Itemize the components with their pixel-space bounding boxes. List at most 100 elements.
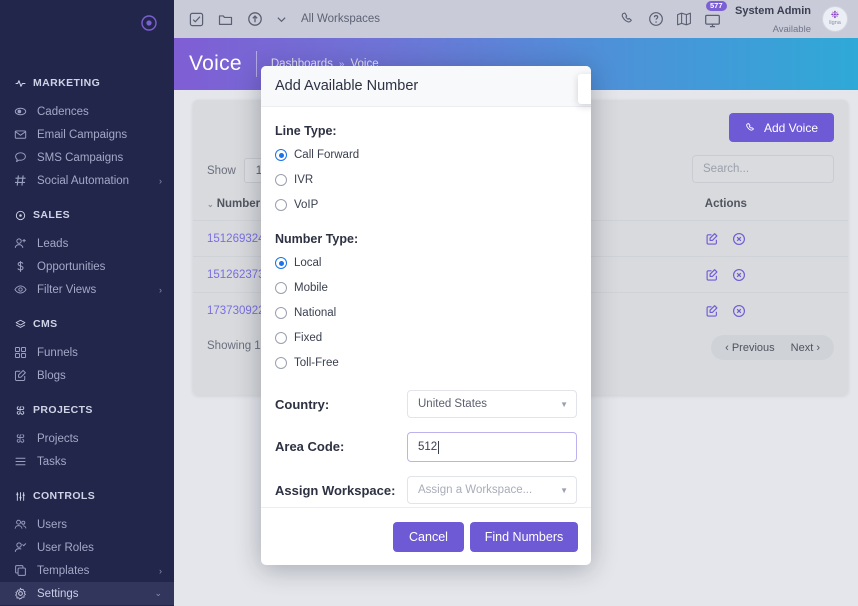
sidebar-item-label: SMS Campaigns [37, 152, 162, 164]
line-type-option-voip[interactable]: VoIP [275, 199, 577, 211]
number-type-option-local[interactable]: Local [275, 257, 577, 269]
user-info[interactable]: System Admin Available [735, 1, 811, 38]
next-page-button[interactable]: Next › [791, 342, 820, 354]
assign-workspace-placeholder: Assign a Workspace... [418, 484, 532, 496]
map-icon[interactable] [676, 11, 693, 28]
sidebar-item-user-roles[interactable]: User Roles [0, 536, 174, 559]
radio-unselected-icon[interactable] [275, 307, 287, 319]
user-status: Available [773, 24, 811, 35]
line-type-option-ivr[interactable]: IVR [275, 174, 577, 186]
number-type-label: Number Type: [275, 232, 577, 246]
edit-square-icon[interactable] [705, 267, 720, 282]
number-link[interactable]: 151262373 [207, 269, 265, 281]
sidebar-group-label: CONTROLS [33, 490, 95, 502]
help-circle-icon[interactable] [648, 11, 665, 28]
close-icon[interactable]: × [578, 74, 591, 104]
area-code-input[interactable]: 512 [407, 432, 577, 462]
delete-circle-icon[interactable] [732, 303, 747, 318]
sidebar-item-blogs[interactable]: Blogs [0, 364, 174, 387]
number-type-option-national[interactable]: National [275, 307, 577, 319]
sidebar-item-opportunities[interactable]: Opportunities [0, 255, 174, 278]
sidebar-item-cadences[interactable]: Cadences [0, 100, 174, 123]
workspace-selector-label[interactable]: All Workspaces [301, 13, 380, 25]
sidebar-item-label: Tasks [37, 456, 162, 468]
previous-page-button[interactable]: ‹ Previous [725, 342, 775, 354]
show-label: Show [207, 165, 236, 177]
column-header-actions: Actions [691, 192, 848, 221]
list-icon [14, 455, 27, 468]
sidebar-item-label: User Roles [37, 542, 162, 554]
radio-selected-icon[interactable] [275, 149, 287, 161]
sidebar-group-label: PROJECTS [33, 404, 93, 416]
sidebar-item-leads[interactable]: Leads [0, 232, 174, 255]
add-voice-label: Add Voice [764, 121, 818, 135]
avatar-label: ligna [829, 21, 841, 27]
delete-circle-icon[interactable] [732, 231, 747, 246]
phone-icon[interactable] [620, 11, 637, 28]
target-circle-icon[interactable] [140, 14, 158, 32]
sidebar-item-settings[interactable]: Settings⌄ [0, 582, 174, 605]
radio-label: Fixed [294, 332, 322, 344]
radio-unselected-icon[interactable] [275, 332, 287, 344]
sidebar-item-projects[interactable]: Projects [0, 427, 174, 450]
avatar[interactable]: ❉ ligna [822, 6, 848, 32]
line-type-option-call-forward[interactable]: Call Forward [275, 149, 577, 161]
chevron-right-icon[interactable]: › [159, 176, 162, 186]
sidebar-item-label: Users [37, 519, 162, 531]
folder-icon[interactable] [217, 11, 234, 28]
sidebar-item-users[interactable]: Users [0, 513, 174, 536]
modal-footer: Cancel Find Numbers [261, 507, 591, 565]
cell-actions [691, 293, 848, 329]
chevron-down-icon: ▼ [560, 400, 568, 409]
sidebar-group-sales: SALES [0, 204, 174, 226]
radio-unselected-icon[interactable] [275, 357, 287, 369]
sidebar-item-sms-campaigns[interactable]: SMS Campaigns [0, 146, 174, 169]
pagination: ‹ Previous Next › [711, 335, 834, 360]
find-numbers-button[interactable]: Find Numbers [470, 522, 578, 552]
checkbox-task-icon[interactable] [188, 11, 205, 28]
radio-selected-icon[interactable] [275, 257, 287, 269]
chevron-down-icon[interactable] [275, 11, 287, 28]
search-input[interactable]: Search... [692, 155, 834, 183]
assign-workspace-field-row: Assign Workspace: Assign a Workspace... … [275, 476, 577, 504]
chevron-right-icon[interactable]: › [159, 285, 162, 295]
sidebar-item-label: Cadences [37, 106, 162, 118]
number-type-option-fixed[interactable]: Fixed [275, 332, 577, 344]
sidebar-item-social-automation[interactable]: Social Automation› [0, 169, 174, 192]
number-type-option-mobile[interactable]: Mobile [275, 282, 577, 294]
column-header-number-label: Number [217, 198, 260, 210]
radio-unselected-icon[interactable] [275, 174, 287, 186]
edit-square-icon[interactable] [705, 231, 720, 246]
sidebar-item-filter-views[interactable]: Filter Views › [0, 278, 174, 301]
number-link[interactable]: 151269324 [207, 233, 265, 245]
sidebar-group-label: SALES [33, 209, 70, 221]
line-type-radio-group: Call Forward IVR VoIP [275, 149, 577, 211]
sidebar-item-templates[interactable]: Templates› [0, 559, 174, 582]
pulse-icon [14, 77, 26, 89]
radio-unselected-icon[interactable] [275, 199, 287, 211]
add-voice-button[interactable]: Add Voice [729, 113, 834, 142]
delete-circle-icon[interactable] [732, 267, 747, 282]
radio-unselected-icon[interactable] [275, 282, 287, 294]
chevron-right-icon[interactable]: › [159, 566, 162, 576]
cloud-upload-icon[interactable] [246, 11, 263, 28]
sidebar-item-label: Filter Views [37, 284, 149, 296]
cancel-button[interactable]: Cancel [393, 522, 464, 552]
sidebar-item-label: Projects [37, 433, 162, 445]
number-type-option-toll-free[interactable]: Toll-Free [275, 357, 577, 369]
header-divider [256, 51, 257, 77]
grid-icon [14, 346, 27, 359]
number-link[interactable]: 173730922 [207, 305, 265, 317]
edit-square-icon[interactable] [705, 303, 720, 318]
sidebar-item-email-campaigns[interactable]: Email Campaigns [0, 123, 174, 146]
user-plus-icon [14, 237, 27, 250]
sidebar-item-funnels[interactable]: Funnels [0, 341, 174, 364]
sidebar-item-tasks[interactable]: Tasks [0, 450, 174, 473]
country-select[interactable]: United States ▼ [407, 390, 577, 418]
area-code-value: 512 [418, 441, 437, 453]
chevron-down-icon[interactable]: ⌄ [154, 588, 162, 599]
assign-workspace-select[interactable]: Assign a Workspace... ▼ [407, 476, 577, 504]
pencil-square-icon [14, 369, 27, 382]
notifications-screen-icon[interactable]: 577 [704, 9, 724, 29]
page-title: Voice [189, 52, 242, 76]
